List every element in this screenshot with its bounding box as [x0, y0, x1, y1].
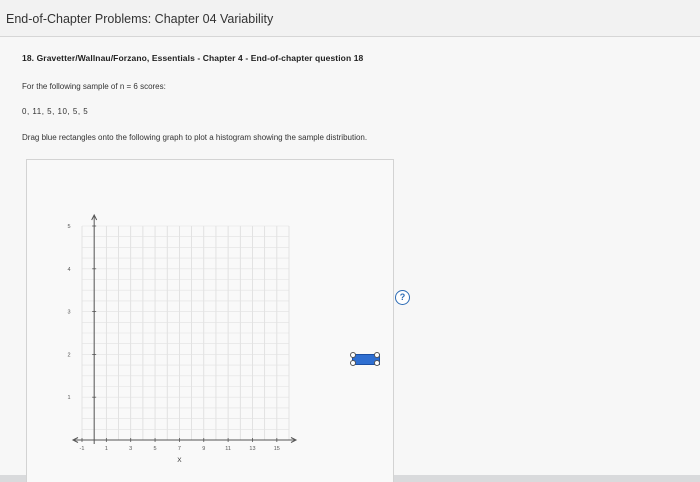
x-tick-label: 9	[202, 446, 205, 452]
y-tick-label: 5	[67, 224, 70, 230]
question-prompt: For the following sample of n = 6 scores…	[22, 82, 166, 91]
question-content: 18. Gravetter/Wallnau/Forzano, Essential…	[0, 37, 700, 482]
x-tick-label: 1	[105, 446, 108, 452]
x-tick-label: 3	[129, 446, 132, 452]
question-source-book: 18. Gravetter/Wallnau/Forzano, Essential…	[22, 53, 195, 63]
x-tick-label: -1	[80, 446, 85, 452]
y-tick-label: 2	[67, 352, 70, 358]
question-header: 18. Gravetter/Wallnau/Forzano, Essential…	[22, 53, 363, 63]
resize-handle-bottom-right[interactable]	[374, 360, 380, 366]
question-chapter: Chapter 4	[202, 53, 243, 63]
resize-handle-top-right[interactable]	[374, 352, 380, 358]
window-title: End-of-Chapter Problems: Chapter 04 Vari…	[6, 12, 274, 26]
y-tick-label: 3	[67, 310, 70, 316]
resize-handle-bottom-left[interactable]	[350, 360, 356, 366]
x-tick-label: 5	[154, 446, 157, 452]
histogram-chart[interactable]: -1 1 3 5 7 9 11 13 1512345X	[27, 160, 393, 482]
x-tick-label: 15	[274, 446, 280, 452]
help-icon[interactable]: ?	[395, 290, 410, 305]
y-tick-label: 1	[67, 395, 70, 401]
blue-rectangle-draggable[interactable]	[350, 352, 380, 366]
resize-handle-top-left[interactable]	[350, 352, 356, 358]
header-separator: -	[194, 53, 203, 63]
y-tick-label: 4	[67, 267, 70, 273]
sample-scores: 0, 11, 5, 10, 5, 5	[22, 107, 89, 116]
x-axis-label: X	[177, 457, 182, 464]
question-instruction: Drag blue rectangles onto the following …	[22, 133, 368, 142]
header-separator: -	[242, 53, 251, 63]
x-tick-label: 7	[178, 446, 181, 452]
x-tick-label: 11	[225, 446, 231, 452]
x-tick-label: 13	[249, 446, 255, 452]
question-source: End-of-chapter question 18	[250, 53, 364, 63]
window-titlebar: End-of-Chapter Problems: Chapter 04 Vari…	[0, 0, 700, 37]
histogram-panel[interactable]: -1 1 3 5 7 9 11 13 15 1 2 3 4 5 X ?	[26, 159, 410, 482]
